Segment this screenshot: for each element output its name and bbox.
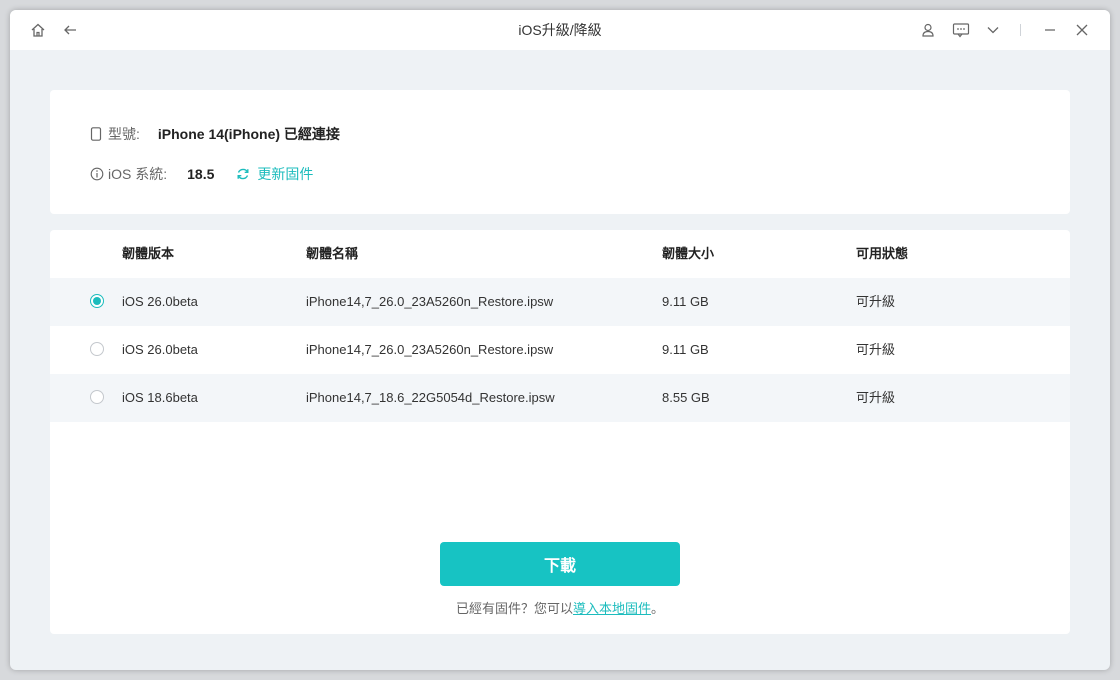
download-button[interactable]: 下載 (440, 542, 680, 586)
row-size: 9.11 GB (662, 342, 709, 357)
update-firmware-label: 更新固件 (257, 166, 314, 182)
update-firmware-link[interactable]: 更新固件 (236, 164, 313, 184)
home-button[interactable] (26, 18, 50, 42)
row-size: 8.55 GB (662, 390, 710, 405)
row-version: iOS 26.0beta (122, 342, 198, 357)
ios-version-value: 18.5 (187, 166, 215, 182)
import-local-firmware-link[interactable]: 導入本地固件 (573, 601, 651, 616)
firmware-card: 韌體版本 韌體名稱 韌體大小 可用狀態 iOS 26.0beta iPhone1… (50, 230, 1070, 634)
table-row[interactable]: iOS 26.0beta iPhone14,7_26.0_23A5260n_Re… (50, 326, 1070, 374)
table-header: 韌體版本 韌體名稱 韌體大小 可用狀態 (50, 230, 1070, 278)
refresh-icon (236, 167, 250, 181)
feedback-icon (952, 22, 970, 38)
row-name: iPhone14,7_26.0_23A5260n_Restore.ipsw (306, 342, 554, 357)
title-bar: iOS升級/降級 (10, 10, 1110, 50)
model-value: iPhone 14(iPhone) 已經連接 (157, 126, 340, 142)
ios-row: iOS 系統: 18.5 更新固件 (90, 164, 313, 184)
row-status: 可升級 (856, 342, 896, 357)
model-row: 型號: iPhone 14(iPhone) 已經連接 (90, 124, 340, 144)
app-window: iOS升級/降級 型號: iPhone 14(iPhone) 已經連接 iOS … (10, 10, 1110, 670)
close-icon (1075, 23, 1089, 37)
minimize-button[interactable] (1038, 18, 1062, 42)
import-note-prefix: 已經有固件？您可以 (455, 601, 573, 616)
table-row[interactable]: iOS 26.0beta iPhone14,7_26.0_23A5260n_Re… (50, 278, 1070, 326)
row-status: 可升級 (856, 294, 896, 309)
row-version: iOS 26.0beta (122, 294, 198, 309)
window-title: iOS升級/降級 (518, 22, 602, 38)
row-size: 9.11 GB (662, 294, 709, 309)
header-size: 韌體大小 (662, 246, 715, 261)
row-radio[interactable] (90, 294, 104, 308)
row-status: 可升級 (856, 390, 896, 405)
ios-label: iOS 系統: (108, 166, 168, 182)
account-button[interactable] (916, 18, 940, 42)
menu-dropdown-button[interactable] (981, 18, 1005, 42)
back-arrow-icon (62, 22, 78, 38)
back-button[interactable] (58, 18, 82, 42)
feedback-button[interactable] (949, 18, 973, 42)
row-name: iPhone14,7_26.0_23A5260n_Restore.ipsw (306, 294, 554, 309)
table-row[interactable]: iOS 18.6beta iPhone14,7_18.6_22G5054d_Re… (50, 374, 1070, 422)
model-label: 型號: (108, 126, 140, 142)
row-radio[interactable] (90, 342, 104, 356)
header-status: 可用狀態 (856, 246, 909, 261)
phone-icon (90, 127, 102, 141)
header-version: 韌體版本 (122, 246, 175, 261)
import-note-suffix: 。 (651, 601, 665, 616)
row-radio[interactable] (90, 390, 104, 404)
home-icon (30, 22, 46, 38)
download-button-label: 下載 (543, 558, 576, 575)
info-icon (90, 167, 104, 181)
row-name: iPhone14,7_18.6_22G5054d_Restore.ipsw (306, 390, 555, 405)
close-button[interactable] (1070, 18, 1094, 42)
header-name: 韌體名稱 (306, 246, 359, 261)
device-info-card: 型號: iPhone 14(iPhone) 已經連接 iOS 系統: 18.5 … (50, 90, 1070, 214)
minimize-icon (1043, 23, 1057, 37)
row-version: iOS 18.6beta (122, 390, 198, 405)
user-icon (920, 22, 936, 38)
import-note: 已經有固件？您可以導入本地固件。 (50, 598, 1070, 617)
titlebar-divider (1020, 24, 1021, 36)
chevron-down-icon (985, 22, 1001, 38)
